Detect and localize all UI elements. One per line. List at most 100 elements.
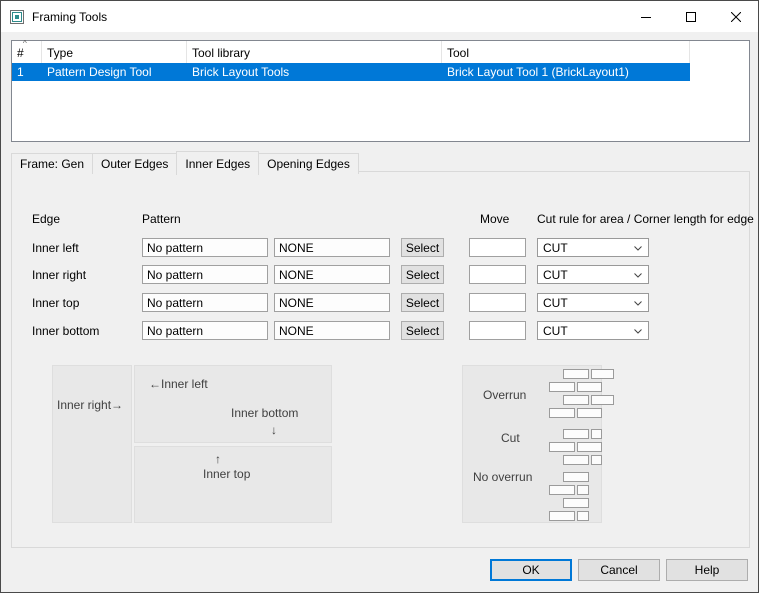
cell-type: Pattern Design Tool: [42, 65, 187, 79]
up-arrow-icon: ↑: [215, 452, 221, 466]
inner-edges-panel: Edge Pattern Move Cut rule for area / Co…: [11, 171, 750, 548]
no-overrun-label: No overrun: [473, 470, 532, 484]
minimize-button[interactable]: [623, 1, 668, 32]
edge-column-header: Edge: [32, 212, 60, 226]
chevron-down-icon: [634, 273, 642, 278]
brick: [563, 498, 589, 508]
pattern-name-field: [142, 238, 268, 257]
inner-bottom-label: Inner bottom: [231, 406, 298, 420]
tab-frame-gen[interactable]: Frame: Gen: [11, 153, 93, 174]
ok-button[interactable]: OK: [490, 559, 572, 581]
maximize-icon: [686, 12, 696, 22]
edge-row-inner-left: Inner left Select CUT: [12, 238, 749, 258]
column-header-num[interactable]: ^ #: [12, 41, 42, 63]
titlebar: Framing Tools: [1, 1, 758, 32]
move-input[interactable]: [469, 238, 526, 257]
column-label: Type: [47, 46, 73, 60]
brick: [549, 442, 575, 452]
chevron-down-icon: [634, 246, 642, 251]
edge-row-inner-top: Inner top Select CUT: [12, 293, 749, 313]
tab-inner-edges[interactable]: Inner Edges: [176, 151, 259, 175]
brick: [577, 511, 589, 521]
tool-list-header: ^ # Type Tool library Tool: [12, 41, 749, 63]
cell-num: 1: [12, 65, 42, 79]
cut-rule-select[interactable]: CUT: [537, 238, 649, 257]
edge-label: Inner bottom: [32, 324, 99, 338]
pattern-value-field: [274, 321, 390, 340]
edge-label: Inner left: [32, 241, 79, 255]
chevron-down-icon: [634, 301, 642, 306]
select-pattern-button[interactable]: Select: [401, 321, 444, 340]
move-input[interactable]: [469, 321, 526, 340]
pattern-value-field: [274, 265, 390, 284]
cell-tool: Brick Layout Tool 1 (BrickLayout1): [442, 65, 690, 79]
pattern-column-header: Pattern: [142, 212, 181, 226]
column-header-tool[interactable]: Tool: [442, 41, 690, 63]
brick: [591, 455, 602, 465]
tool-list: ^ # Type Tool library Tool 1 Pattern Des…: [11, 40, 750, 142]
brick: [591, 429, 602, 439]
inner-right-diagram-box: Inner right→: [52, 365, 132, 523]
edge-label: Inner right: [32, 268, 86, 282]
move-input[interactable]: [469, 265, 526, 284]
cut-rule-value: CUT: [543, 324, 568, 338]
cut-label: Cut: [501, 431, 520, 445]
inner-top-label: Inner top: [203, 467, 250, 481]
move-input[interactable]: [469, 293, 526, 312]
table-row[interactable]: 1 Pattern Design Tool Brick Layout Tools…: [12, 63, 690, 81]
select-pattern-button[interactable]: Select: [401, 293, 444, 312]
chevron-down-icon: [634, 329, 642, 334]
cut-rule-value: CUT: [543, 296, 568, 310]
help-button[interactable]: Help: [666, 559, 748, 581]
brick: [549, 382, 575, 392]
edge-row-inner-bottom: Inner bottom Select CUT: [12, 321, 749, 341]
down-arrow-icon: ↓: [271, 423, 277, 437]
brick: [591, 369, 614, 379]
maximize-button[interactable]: [668, 1, 713, 32]
close-button[interactable]: [713, 1, 758, 32]
cancel-button[interactable]: Cancel: [578, 559, 660, 581]
brick: [563, 455, 589, 465]
select-pattern-button[interactable]: Select: [401, 238, 444, 257]
edge-label: Inner top: [32, 296, 79, 310]
pattern-name-field: [142, 265, 268, 284]
app-icon: [9, 9, 25, 25]
sort-ascending-icon: ^: [23, 39, 27, 48]
column-header-type[interactable]: Type: [42, 41, 187, 63]
move-column-header: Move: [480, 212, 509, 226]
cut-rule-value: CUT: [543, 268, 568, 282]
brick: [563, 429, 589, 439]
column-label: Tool library: [192, 46, 250, 60]
minimize-icon: [641, 12, 651, 22]
select-pattern-button[interactable]: Select: [401, 265, 444, 284]
brick: [549, 511, 575, 521]
cut-rule-value: CUT: [543, 241, 568, 255]
cut-rule-select[interactable]: CUT: [537, 293, 649, 312]
brick: [549, 485, 575, 495]
overrun-label: Overrun: [483, 388, 526, 402]
column-header-tool-library[interactable]: Tool library: [187, 41, 442, 63]
window-title: Framing Tools: [32, 10, 107, 24]
cut-rule-select[interactable]: CUT: [537, 265, 649, 284]
inner-right-label: Inner right→: [57, 398, 123, 412]
cut-rule-select[interactable]: CUT: [537, 321, 649, 340]
cut-rule-column-header: Cut rule for area / Corner length for ed…: [537, 212, 754, 226]
dialog-footer: OK Cancel Help: [1, 559, 758, 581]
pattern-name-field: [142, 321, 268, 340]
brick: [577, 485, 589, 495]
brick: [591, 395, 614, 405]
pattern-value-field: [274, 293, 390, 312]
brick: [563, 395, 589, 405]
brick: [563, 369, 589, 379]
pattern-value-field: [274, 238, 390, 257]
tab-opening-edges[interactable]: Opening Edges: [258, 153, 359, 174]
column-label: Tool: [447, 46, 469, 60]
inner-top-diagram-box: ↑ Inner top: [134, 446, 332, 523]
edge-row-inner-right: Inner right Select CUT: [12, 265, 749, 285]
tab-outer-edges[interactable]: Outer Edges: [92, 153, 177, 174]
brick: [549, 408, 575, 418]
pattern-name-field: [142, 293, 268, 312]
cell-library: Brick Layout Tools: [187, 65, 442, 79]
brick: [577, 442, 602, 452]
framing-tools-dialog: Framing Tools ^ # Type Tool library: [0, 0, 759, 593]
